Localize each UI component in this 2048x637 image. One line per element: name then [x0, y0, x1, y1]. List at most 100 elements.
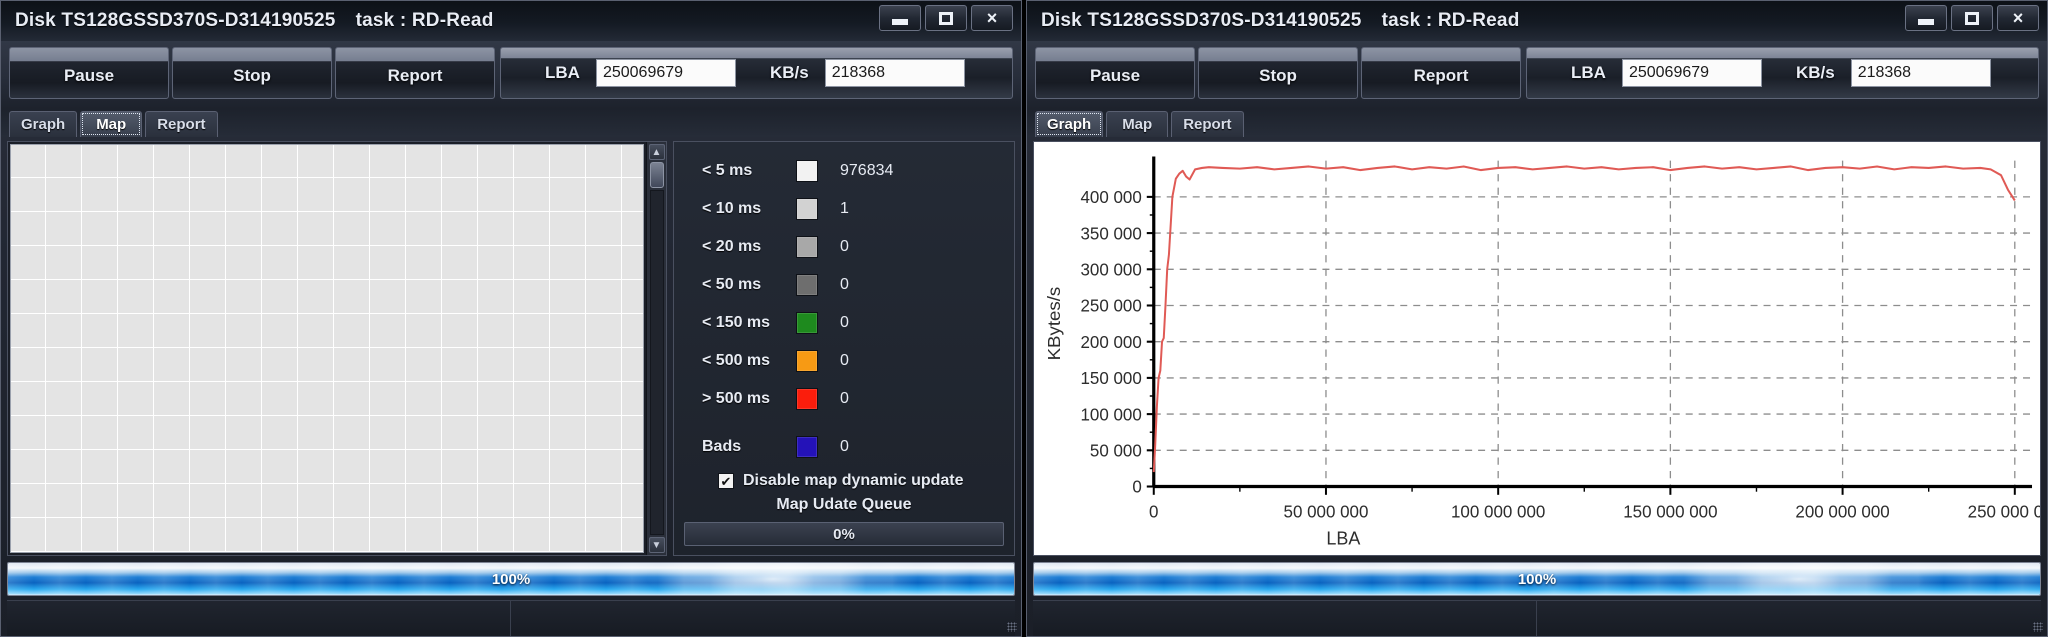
x-tick-label: 200 000 000 — [1795, 501, 1889, 521]
tab-map[interactable]: Map — [1106, 111, 1169, 137]
speed-graph-panel[interactable]: 0 50 000 100 000 150 000 200 000 250 000 300 0… — [1033, 141, 2041, 556]
legend-swatch-lt20ms — [796, 236, 818, 258]
tab-graph[interactable]: Graph — [9, 111, 78, 137]
legend-row: < 150 ms 0 — [674, 304, 1014, 342]
scrollbar-thumb[interactable] — [649, 162, 664, 188]
y-tick-label: 300 000 — [1080, 259, 1141, 279]
stop-button[interactable]: Stop — [1198, 47, 1358, 99]
status-cell-2 — [511, 601, 1015, 636]
legend-label: < 10 ms — [702, 200, 762, 217]
tab-report[interactable]: Report — [145, 111, 218, 137]
legend-label: < 150 ms — [702, 314, 771, 331]
scroll-up-icon[interactable]: ▲ — [648, 144, 665, 160]
maximize-button[interactable] — [1951, 5, 1993, 31]
tab-map[interactable]: Map — [80, 111, 143, 137]
overall-progress-bar: 100% — [7, 562, 1015, 596]
legend-label: < 500 ms — [702, 352, 771, 369]
x-tick-label: 50 000 000 — [1284, 501, 1369, 521]
map-grid[interactable] — [10, 144, 644, 553]
x-tick-label: 250 000 000 — [1968, 501, 2040, 521]
lba-label: LBA — [1571, 63, 1606, 82]
legend-swatch-bads — [796, 436, 818, 458]
legend-row: < 10 ms 1 — [674, 190, 1014, 228]
y-axis-label: KBytes/s — [1043, 287, 1064, 361]
report-button[interactable]: Report — [1361, 47, 1521, 99]
kbs-input[interactable]: 218368 — [824, 59, 965, 87]
y-tick-label: 350 000 — [1080, 223, 1141, 243]
tab-report[interactable]: Report — [1171, 111, 1244, 137]
toolbar-fields-right: LBA 250069679 KB/s 218368 — [1526, 47, 2039, 99]
legend-count: 976834 — [840, 162, 894, 179]
legend-count: 0 — [840, 390, 849, 407]
tabstrip-right: Graph Map Report — [1027, 109, 2047, 137]
toolbar-left: Pause Stop Report LBA 250069679 KB/s 218… — [1, 41, 1021, 109]
minimize-icon — [1918, 19, 1934, 25]
map-vertical-scrollbar[interactable]: ▲ ▼ — [646, 142, 666, 555]
window-title-disk: Disk TS128GSSD370S-D314190525 — [15, 10, 336, 31]
x-tick-label: 100 000 000 — [1451, 501, 1545, 521]
map-update-queue-label: Map Udate Queue — [776, 496, 912, 513]
y-tick-label: 100 000 — [1080, 404, 1141, 424]
window-controls-left: × — [879, 5, 1013, 31]
lba-input[interactable]: 250069679 — [595, 59, 736, 87]
resize-grip[interactable] — [2033, 622, 2043, 632]
report-button[interactable]: Report — [335, 47, 495, 99]
legend-label: < 5 ms — [702, 162, 753, 179]
stop-button[interactable]: Stop — [172, 47, 332, 99]
statusbar-right — [1033, 600, 2041, 636]
overall-progress-bar: 100% — [1033, 562, 2041, 596]
legend-label: < 50 ms — [702, 276, 762, 293]
minimize-button[interactable] — [879, 5, 921, 31]
close-button[interactable]: × — [971, 5, 1013, 31]
window-title-task: task : RD-Read — [1381, 10, 1520, 31]
window-title-disk: Disk TS128GSSD370S-D314190525 — [1041, 10, 1362, 31]
pause-button[interactable]: Pause — [9, 47, 169, 99]
lba-input[interactable]: 250069679 — [1621, 59, 1762, 87]
y-tick-label: 0 — [1132, 476, 1141, 496]
pause-button[interactable]: Pause — [1035, 47, 1195, 99]
titlebar-left[interactable]: Disk TS128GSSD370S-D314190525 task : RD-… — [1, 1, 1021, 41]
legend-count: 0 — [840, 238, 849, 255]
map-update-queue-progress: 0% — [684, 522, 1004, 546]
maximize-button[interactable] — [925, 5, 967, 31]
toolbar-right: Pause Stop Report LBA 250069679 KB/s 218… — [1027, 41, 2047, 109]
legend-label: > 500 ms — [702, 390, 771, 407]
disable-map-update-checkbox-row[interactable]: ✔ Disable map dynamic update — [674, 472, 1014, 490]
kbs-label: KB/s — [769, 63, 809, 82]
y-tick-label: 400 000 — [1080, 187, 1141, 207]
legend-row: < 20 ms 0 — [674, 228, 1014, 266]
legend-spacer — [674, 418, 1014, 428]
content-right: 0 50 000 100 000 150 000 200 000 250 000 300 0… — [1027, 137, 2047, 556]
y-tick-label: 250 000 — [1080, 295, 1141, 315]
legend-swatch-lt150ms — [796, 312, 818, 334]
legend-row: < 50 ms 0 — [674, 266, 1014, 304]
speed-chart-svg: 0 50 000 100 000 150 000 200 000 250 000 300 0… — [1034, 142, 2040, 555]
legend-swatch-gt500ms — [796, 388, 818, 410]
maximize-icon — [1965, 11, 1979, 25]
bottom-right: 100% — [1027, 556, 2047, 636]
chart-background — [1034, 142, 2040, 555]
legend-swatch-lt50ms — [796, 274, 818, 296]
kbs-input[interactable]: 218368 — [1850, 59, 1991, 87]
legend-count: 0 — [840, 352, 849, 369]
close-button[interactable]: × — [1997, 5, 2039, 31]
legend-count: 0 — [840, 314, 849, 331]
legend-label: < 20 ms — [702, 238, 762, 255]
legend-label-bads: Bads — [702, 438, 742, 455]
resize-grip[interactable] — [1007, 622, 1017, 632]
map-panel: ▲ ▼ — [7, 141, 667, 556]
tabstrip-left: Graph Map Report — [1, 109, 1021, 137]
scrollbar-track[interactable] — [649, 190, 664, 535]
window-title-task: task : RD-Read — [355, 10, 494, 31]
x-axis-label: LBA — [1326, 527, 1361, 548]
legend-row: > 500 ms 0 — [674, 380, 1014, 418]
x-tick-label: 150 000 000 — [1623, 501, 1717, 521]
close-icon: × — [2012, 8, 2024, 28]
scroll-down-icon[interactable]: ▼ — [648, 537, 665, 553]
checkbox-icon[interactable]: ✔ — [718, 473, 734, 489]
titlebar-right[interactable]: Disk TS128GSSD370S-D314190525 task : RD-… — [1027, 1, 2047, 41]
tab-graph[interactable]: Graph — [1035, 111, 1104, 137]
minimize-button[interactable] — [1905, 5, 1947, 31]
legend-swatch-lt10ms — [796, 198, 818, 220]
maximize-icon — [939, 11, 953, 25]
